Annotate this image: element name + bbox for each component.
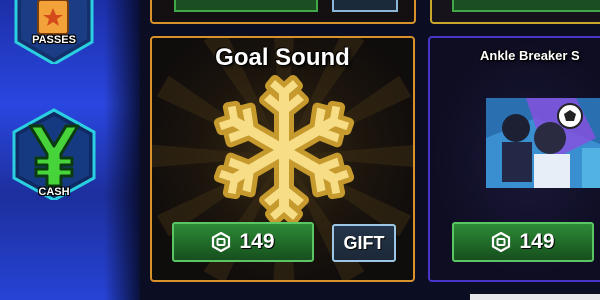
item-title: Goal Sound <box>215 44 350 71</box>
shop-card-partial <box>430 0 600 24</box>
robux-icon <box>212 232 231 252</box>
cash-label: CASH <box>38 186 70 198</box>
shop-card-partial <box>150 0 416 24</box>
shop-card-ankle-breaker[interactable]: Ankle Breaker S 149 <box>428 36 600 282</box>
price-button-partial[interactable] <box>174 0 318 12</box>
price-label: 149 <box>519 230 555 253</box>
price-label: 149 <box>239 230 275 253</box>
gift-button[interactable]: GIFT <box>332 224 396 262</box>
cash-button[interactable]: CASH <box>8 108 100 200</box>
robux-icon <box>492 232 511 252</box>
item-title: Ankle Breaker S <box>480 48 580 63</box>
sidebar: PASSES CASH <box>0 0 140 300</box>
snowflake-icon <box>204 74 364 224</box>
passes-button[interactable]: PASSES <box>8 0 100 64</box>
character-art <box>486 98 600 188</box>
gift-button-partial[interactable] <box>332 0 398 12</box>
buy-button[interactable]: 149 <box>172 222 314 262</box>
passes-label: PASSES <box>32 34 76 46</box>
bottom-overlay <box>470 294 600 300</box>
price-button-partial[interactable] <box>452 0 600 12</box>
shop-card-goal-sound[interactable]: Goal Sound 149 GIFT <box>150 36 415 282</box>
buy-button[interactable]: 149 <box>452 222 594 262</box>
ticket-icon <box>37 0 69 35</box>
